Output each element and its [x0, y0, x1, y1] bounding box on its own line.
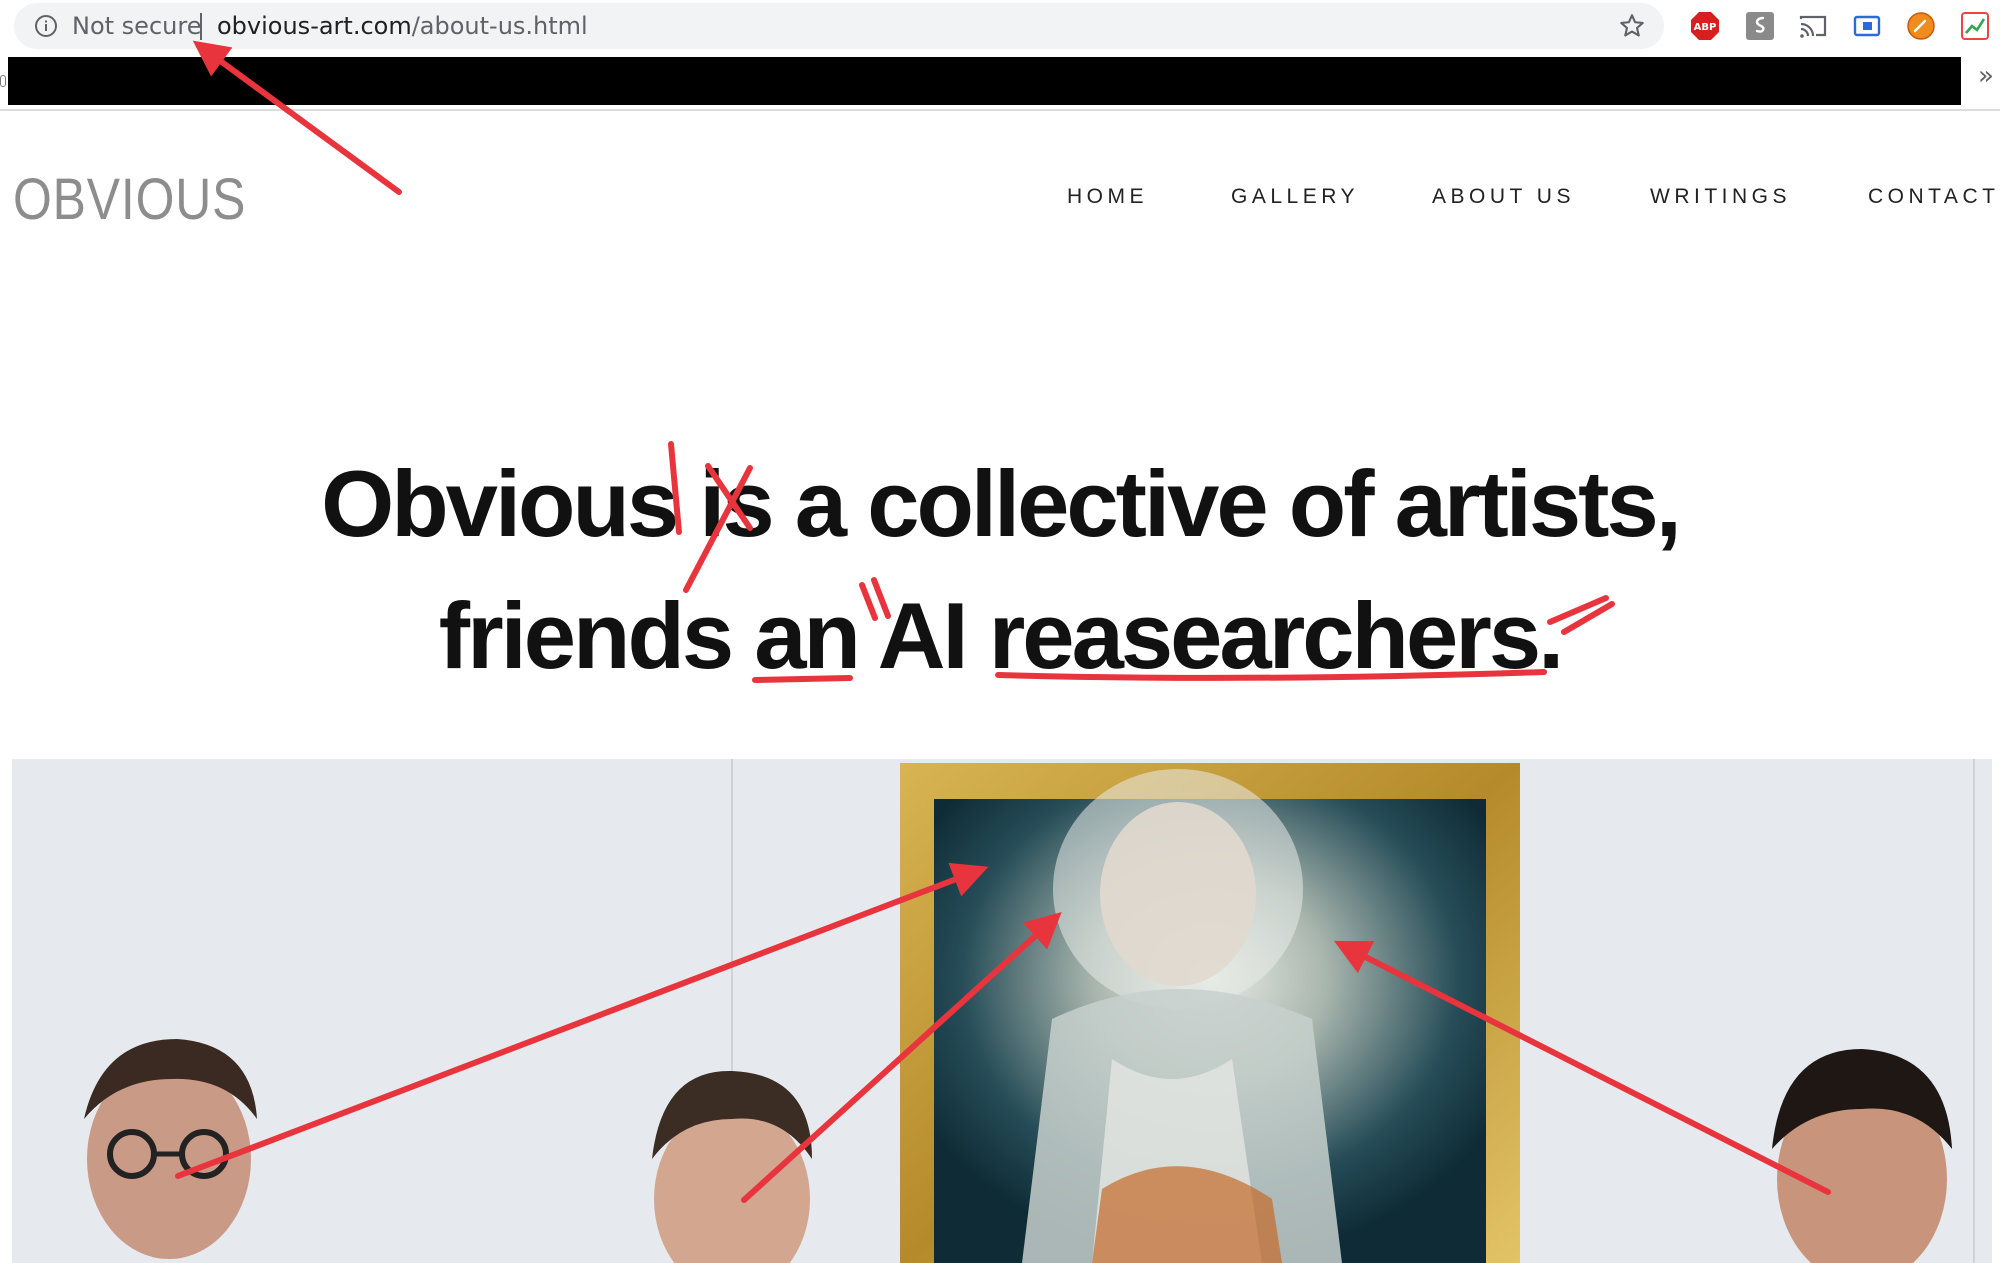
nav-home[interactable]: HOME — [1067, 185, 1148, 209]
redacted-bookmarks — [8, 57, 1961, 105]
bookmark-edge-marker — [0, 75, 6, 87]
url-separator — [200, 13, 202, 40]
bookmark-star-icon[interactable] — [1618, 12, 1646, 40]
nav-about-us[interactable]: ABOUT US — [1432, 185, 1575, 209]
headline-line-2: friends an AI reasearchers. — [438, 583, 1564, 688]
team-photo-illustration — [12, 759, 1992, 1263]
address-bar[interactable]: Not secure obvious-art.com/about-us.html — [14, 3, 1664, 49]
nav-writings[interactable]: WRITINGS — [1650, 185, 1791, 209]
adblock-plus-icon[interactable]: ABP — [1690, 11, 1720, 41]
url-path: /about-us.html — [411, 12, 588, 40]
script-icon[interactable] — [1745, 11, 1775, 41]
headline-line-1: Obvious is a collective of artists, — [321, 451, 1682, 556]
browser-toolbar: Not secure obvious-art.com/about-us.html… — [0, 0, 2000, 53]
chart-extension-icon[interactable] — [1960, 11, 1990, 41]
cast-icon[interactable] — [1798, 11, 1828, 41]
team-photo — [12, 759, 1992, 1263]
colorpicker-icon[interactable] — [1906, 11, 1936, 41]
url-domain: obvious-art.com — [217, 12, 412, 40]
screen-capture-icon[interactable] — [1852, 11, 1882, 41]
adblock-badge-text: ABP — [1694, 22, 1717, 33]
main-navigation: HOME GALLERY ABOUT US WRITINGS CONTACT — [0, 185, 2000, 215]
security-status-label[interactable]: Not secure — [72, 13, 201, 39]
url-text[interactable]: obvious-art.com/about-us.html — [217, 13, 588, 39]
info-icon[interactable] — [34, 14, 58, 38]
bookmarks-overflow-button[interactable]: » — [1978, 61, 1994, 91]
nav-contact[interactable]: CONTACT — [1868, 185, 1999, 209]
nav-gallery[interactable]: GALLERY — [1231, 185, 1359, 209]
bookmarks-bar: » — [0, 53, 2000, 111]
page-headline: Obvious is a collective of artists, frie… — [0, 438, 2000, 702]
